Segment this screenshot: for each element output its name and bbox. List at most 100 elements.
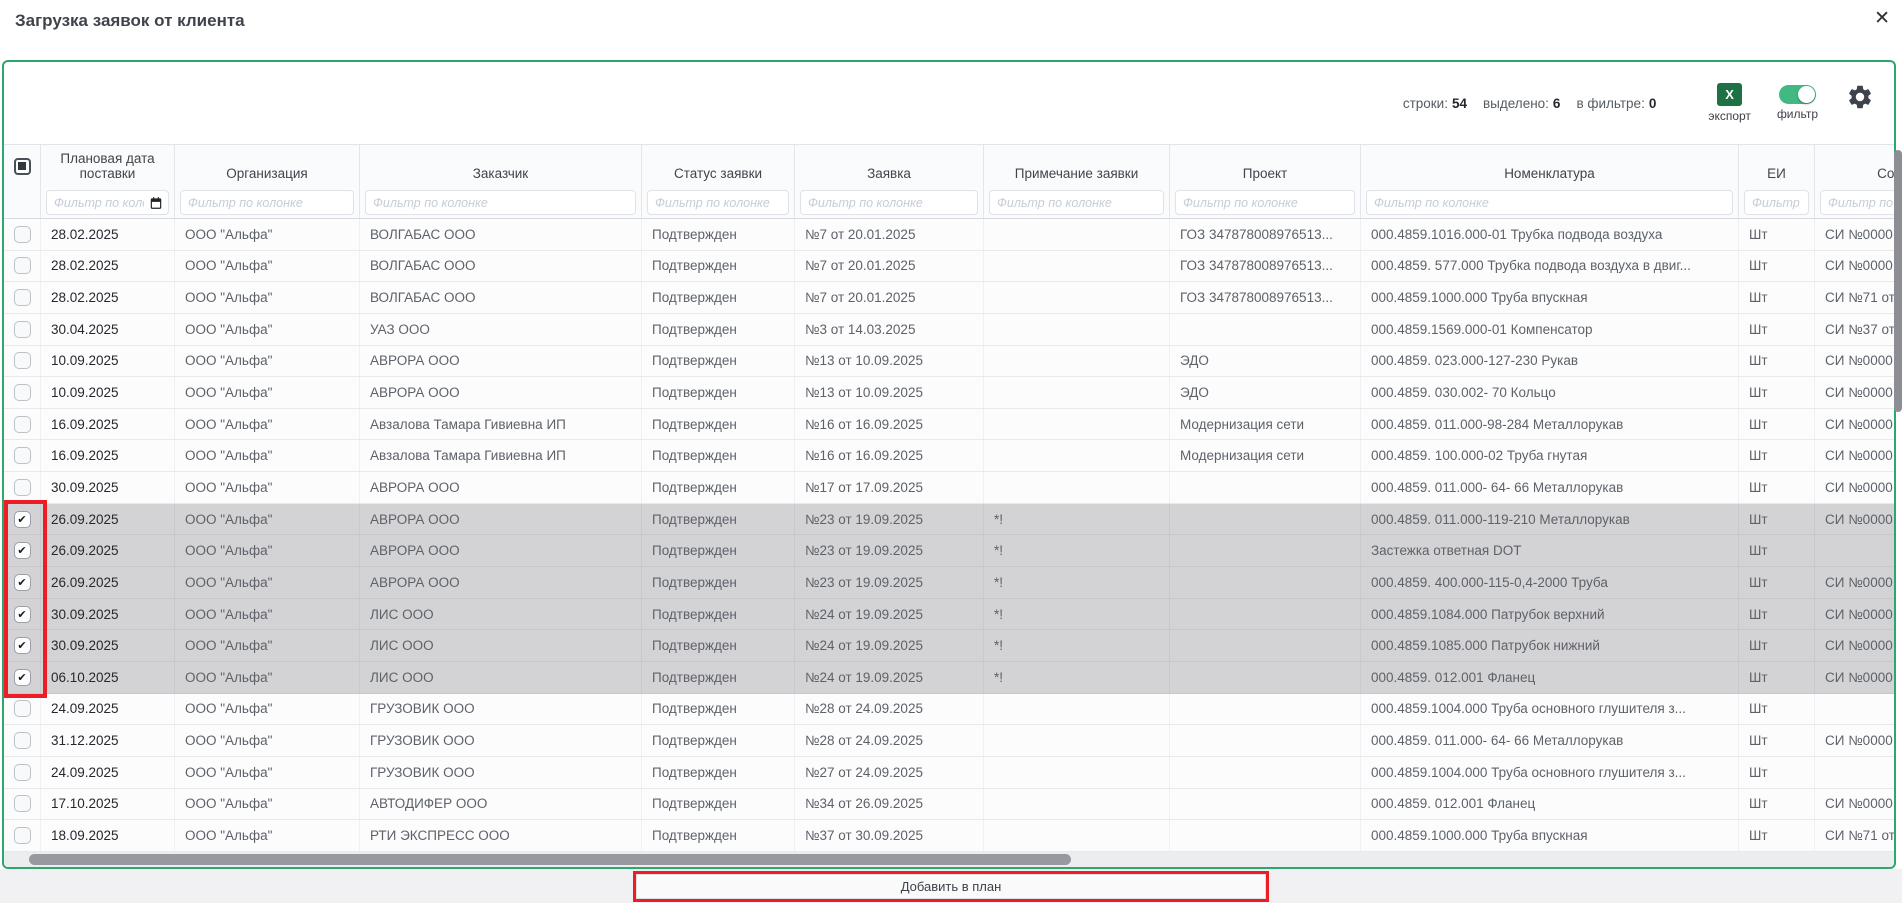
- filter-cell-request: [795, 187, 984, 218]
- row-checkbox[interactable]: ✔: [14, 574, 31, 591]
- row-checkbox[interactable]: [14, 226, 31, 243]
- cell-status: Подтвержден: [642, 725, 795, 756]
- filter-input-request[interactable]: [800, 190, 978, 215]
- column-header-status[interactable]: Статус заявки: [642, 145, 795, 187]
- column-header-org[interactable]: Организация: [175, 145, 360, 187]
- filter-input-project[interactable]: [1175, 190, 1355, 215]
- horizontal-scrollbar-thumb[interactable]: [29, 854, 1071, 865]
- column-header-request[interactable]: Заявка: [795, 145, 984, 187]
- cell-status: Подтвержден: [642, 757, 795, 788]
- column-header-customer[interactable]: Заказчик: [360, 145, 642, 187]
- table-row[interactable]: ✔26.09.2025ООО "Альфа"АВРОРА ОООПодтверж…: [4, 535, 1896, 567]
- table-row[interactable]: ✔06.10.2025ООО "Альфа"ЛИС ОООПодтвержден…: [4, 662, 1896, 694]
- column-header-date[interactable]: Плановая дата поставки: [41, 145, 175, 187]
- filter-toggle[interactable]: [1779, 85, 1816, 104]
- filter-input-customer[interactable]: [365, 190, 636, 215]
- column-header-note[interactable]: Примечание заявки: [984, 145, 1170, 187]
- filter-input-composition[interactable]: [1820, 190, 1896, 215]
- row-checkbox[interactable]: ✔: [14, 511, 31, 528]
- grid-counters: строки:54 выделено:6 в фильтре:0: [1403, 96, 1657, 111]
- add-to-plan-button[interactable]: Добавить в план: [636, 874, 1266, 899]
- cell-composition: [1815, 535, 1896, 566]
- cell-note: [984, 725, 1170, 756]
- table-row[interactable]: ✔26.09.2025ООО "Альфа"АВРОРА ОООПодтверж…: [4, 567, 1896, 599]
- column-header-composition[interactable]: Состав: [1815, 145, 1896, 187]
- table-row[interactable]: 28.02.2025ООО "Альфа"ВОЛГАБАС ОООПодтвер…: [4, 251, 1896, 283]
- row-select-cell: [4, 725, 41, 756]
- filter-input-note[interactable]: [989, 190, 1164, 215]
- cell-request: №17 от 17.09.2025: [795, 472, 984, 503]
- filter-input-unit[interactable]: [1744, 190, 1809, 215]
- cell-date: 10.09.2025: [41, 346, 175, 377]
- table-row[interactable]: 16.09.2025ООО "Альфа"Авзалова Тамара Гив…: [4, 440, 1896, 472]
- row-checkbox[interactable]: ✔: [14, 606, 31, 623]
- filter-tool: фильтр: [1777, 85, 1818, 121]
- settings-gear-icon[interactable]: [1846, 83, 1874, 111]
- table-row[interactable]: ✔30.09.2025ООО "Альфа"ЛИС ОООПодтвержден…: [4, 630, 1896, 662]
- cell-customer: Авзалова Тамара Гивиевна ИП: [360, 409, 642, 440]
- table-row[interactable]: 30.04.2025ООО "Альфа"УАЗ ОООПодтвержден№…: [4, 314, 1896, 346]
- table-row[interactable]: 16.09.2025ООО "Альфа"Авзалова Тамара Гив…: [4, 409, 1896, 441]
- table-row[interactable]: 24.09.2025ООО "Альфа"ГРУЗОВИК ОООПодтвер…: [4, 694, 1896, 726]
- row-checkbox[interactable]: [14, 289, 31, 306]
- row-checkbox[interactable]: ✔: [14, 542, 31, 559]
- filter-cell-empty: [4, 187, 41, 218]
- close-icon[interactable]: ✕: [1874, 6, 1890, 33]
- table-row[interactable]: 17.10.2025ООО "Альфа"АВТОДИФЕР ОООПодтве…: [4, 789, 1896, 821]
- row-checkbox[interactable]: [14, 416, 31, 433]
- cell-nomenclature: 000.4859. 012.001 Фланец: [1361, 662, 1739, 693]
- row-checkbox[interactable]: [14, 447, 31, 464]
- column-header-nomenclature[interactable]: Номенклатура: [1361, 145, 1739, 187]
- table-row[interactable]: 31.12.2025ООО "Альфа"ГРУЗОВИК ОООПодтвер…: [4, 725, 1896, 757]
- row-checkbox[interactable]: [14, 827, 31, 844]
- cell-date: 24.09.2025: [41, 694, 175, 725]
- cell-note: [984, 820, 1170, 851]
- table-row[interactable]: 18.09.2025ООО "Альфа"РТИ ЭКСПРЕСС ОООПод…: [4, 820, 1896, 852]
- cell-status: Подтвержден: [642, 472, 795, 503]
- row-checkbox[interactable]: ✔: [14, 637, 31, 654]
- table-row[interactable]: ✔30.09.2025ООО "Альфа"ЛИС ОООПодтвержден…: [4, 599, 1896, 631]
- cell-composition: СИ №0000: [1815, 567, 1896, 598]
- row-checkbox[interactable]: [14, 384, 31, 401]
- excel-export-icon[interactable]: X: [1717, 83, 1742, 106]
- row-checkbox[interactable]: [14, 257, 31, 274]
- cell-composition: СИ №0000: [1815, 630, 1896, 661]
- row-checkbox[interactable]: [14, 321, 31, 338]
- table-row[interactable]: 10.09.2025ООО "Альфа"АВРОРА ОООПодтвержд…: [4, 377, 1896, 409]
- cell-customer: АВРОРА ООО: [360, 504, 642, 535]
- filter-input-nomenclature[interactable]: [1366, 190, 1733, 215]
- row-checkbox[interactable]: [14, 479, 31, 496]
- cell-composition: СИ №0000: [1815, 504, 1896, 535]
- header-row: Плановая дата поставкиОрганизацияЗаказчи…: [4, 145, 1896, 187]
- row-select-cell: ✔: [4, 630, 41, 661]
- table-row[interactable]: ✔26.09.2025ООО "Альфа"АВРОРА ОООПодтверж…: [4, 504, 1896, 536]
- table-row[interactable]: 28.02.2025ООО "Альфа"ВОЛГАБАС ОООПодтвер…: [4, 282, 1896, 314]
- filter-input-date[interactable]: [46, 190, 169, 215]
- filter-input-status[interactable]: [647, 190, 789, 215]
- filter-cell-composition: [1815, 187, 1896, 218]
- column-header-unit[interactable]: ЕИ: [1739, 145, 1815, 187]
- selected-counter: выделено:6: [1483, 96, 1560, 111]
- row-checkbox[interactable]: [14, 795, 31, 812]
- cell-request: №28 от 24.09.2025: [795, 725, 984, 756]
- column-header-project[interactable]: Проект: [1170, 145, 1361, 187]
- select-all-checkbox[interactable]: [14, 158, 31, 175]
- cell-unit: Шт: [1739, 504, 1815, 535]
- table-row[interactable]: 28.02.2025ООО "Альфа"ВОЛГАБАС ОООПодтвер…: [4, 219, 1896, 251]
- row-checkbox[interactable]: ✔: [14, 669, 31, 686]
- row-checkbox[interactable]: [14, 700, 31, 717]
- cell-unit: Шт: [1739, 346, 1815, 377]
- row-checkbox[interactable]: [14, 732, 31, 749]
- filter-input-org[interactable]: [180, 190, 354, 215]
- cell-nomenclature: 000.4859. 030.002- 70 Кольцо: [1361, 377, 1739, 408]
- cell-nomenclature: 000.4859. 012.001 Фланец: [1361, 789, 1739, 820]
- cell-composition: СИ №0000: [1815, 725, 1896, 756]
- cell-unit: Шт: [1739, 440, 1815, 471]
- table-row[interactable]: 10.09.2025ООО "Альфа"АВРОРА ОООПодтвержд…: [4, 346, 1896, 378]
- table-row[interactable]: 24.09.2025ООО "Альфа"ГРУЗОВИК ОООПодтвер…: [4, 757, 1896, 789]
- table-row[interactable]: 30.09.2025ООО "Альфа"АВРОРА ОООПодтвержд…: [4, 472, 1896, 504]
- row-checkbox[interactable]: [14, 764, 31, 781]
- row-checkbox[interactable]: [14, 352, 31, 369]
- cell-date: 26.09.2025: [41, 567, 175, 598]
- vertical-scrollbar-thumb[interactable]: [1894, 150, 1902, 412]
